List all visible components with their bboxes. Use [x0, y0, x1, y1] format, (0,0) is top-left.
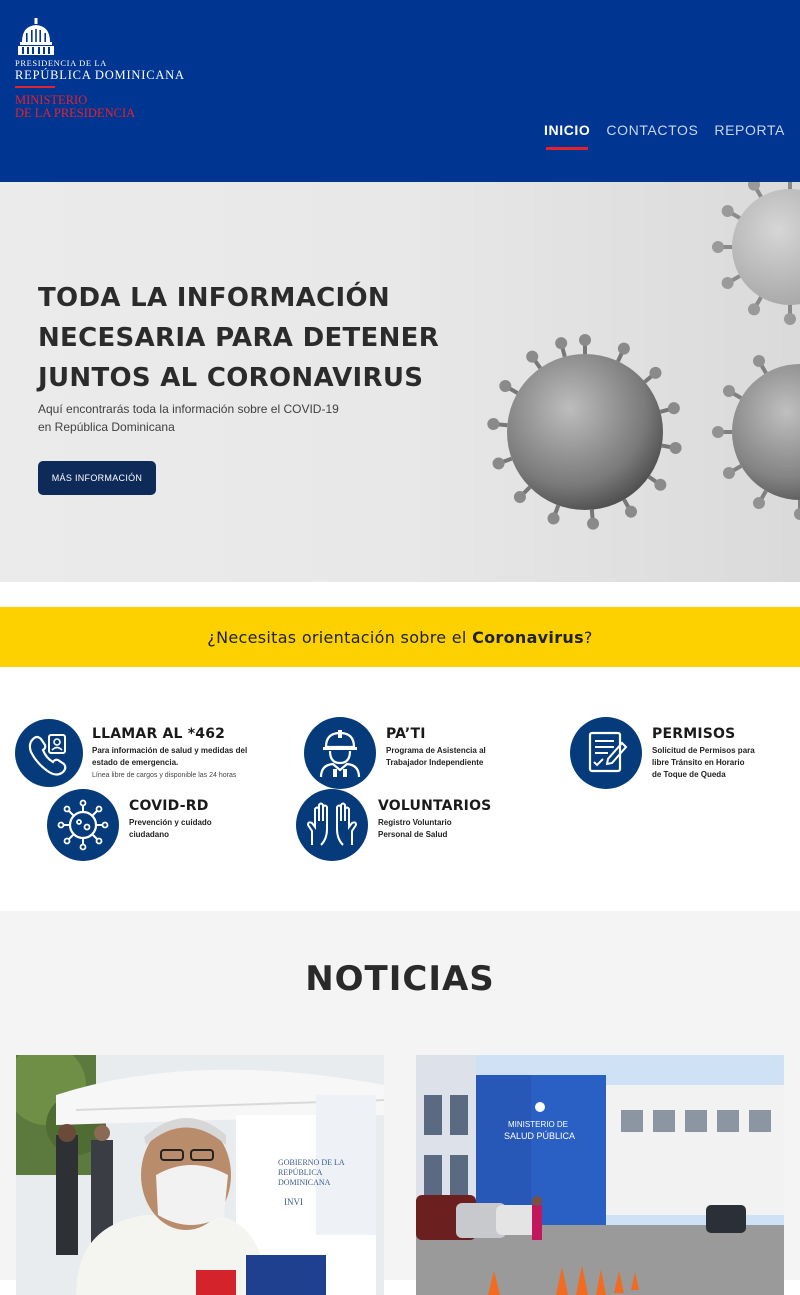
banner-text-bold: Coronavirus: [472, 627, 584, 647]
nav-item-reporta[interactable]: REPORTA: [714, 122, 785, 146]
service-call-title: LLAMAR AL *462: [92, 726, 226, 742]
service-covid-title: COVID-RD: [129, 798, 209, 814]
service-permisos-desc-line3: de Toque de Queda: [652, 770, 726, 779]
service-covid-desc-line1: Prevención y cuidado: [129, 818, 212, 827]
service-permisos[interactable]: PERMISOS Solicitud de Permisos para libr…: [570, 717, 785, 789]
nav-item-inicio[interactable]: INICIO: [544, 122, 590, 150]
card1-sign-line1: GOBIERNO DE LA: [278, 1158, 345, 1167]
service-voluntarios-title: VOLUNTARIOS: [378, 798, 492, 814]
orientation-banner[interactable]: ¿Necesitas orientación sobre el Coronavi…: [0, 607, 800, 667]
palace-dome-icon: [18, 18, 54, 55]
news-section: NOTICIAS GOBIERNO DE LA REPÚBLICA DOMINI…: [0, 911, 800, 1295]
ministry-of-public-health-building-photo: MINISTERIO DE SALUD PÚBLICA: [416, 1055, 784, 1295]
service-call-note: Línea libre de cargos y disponible las 2…: [92, 772, 237, 779]
logo-text-republica: REPÚBLICA DOMINICANA: [15, 68, 185, 82]
service-pati-title: PA’TI: [386, 726, 426, 742]
service-permisos-desc: Solicitud de Permisos para libre Tránsit…: [652, 745, 782, 781]
news-card-2[interactable]: MINISTERIO DE SALUD PÚBLICA: [416, 1055, 784, 1295]
nav-item-contactos[interactable]: CONTACTOS: [606, 122, 698, 146]
news-card-1[interactable]: GOBIERNO DE LA REPÚBLICA DOMINICANA INVI: [16, 1055, 384, 1295]
card2-sign-line1: MINISTERIO DE: [508, 1120, 568, 1129]
hero-subtitle-line1: Aquí encontrarás toda la información sob…: [38, 402, 339, 416]
virus-icon: [47, 789, 119, 861]
service-pati[interactable]: PA’TI Programa de Asistencia al Trabajad…: [304, 717, 524, 789]
service-voluntarios[interactable]: VOLUNTARIOS Registro Voluntario Personal…: [296, 789, 516, 861]
service-pati-desc-line1: Programa de Asistencia al: [386, 746, 486, 755]
more-info-button[interactable]: MÁS INFORMACIÓN: [38, 461, 156, 495]
hero-title-line3: JUNTOS AL CORONAVIRUS: [38, 363, 424, 393]
service-permisos-desc-line2: libre Tránsito en Horario: [652, 758, 745, 767]
service-covid-rd[interactable]: COVID-RD Prevención y cuidado ciudadano: [47, 789, 247, 861]
hero-title-line1: TODA LA INFORMACIÓN: [38, 283, 390, 313]
phone-icon: [15, 719, 83, 787]
banner-text-end: ?: [583, 627, 593, 647]
hero-title: TODA LA INFORMACIÓN NECESARIA PARA DETEN…: [38, 278, 498, 398]
service-voluntarios-desc: Registro Voluntario Personal de Salud: [378, 817, 498, 841]
logo-text-presidencia: PRESIDENCIA DE LA: [15, 58, 107, 68]
service-call-462[interactable]: LLAMAR AL *462 Para información de salud…: [15, 719, 275, 791]
service-voluntarios-desc-line1: Registro Voluntario: [378, 818, 452, 827]
service-permisos-title: PERMISOS: [652, 726, 736, 742]
services-section: LLAMAR AL *462 Para información de salud…: [0, 667, 800, 911]
site-logo[interactable]: PRESIDENCIA DE LA REPÚBLICA DOMINICANA M…: [15, 18, 195, 128]
banner-text: ¿Necesitas orientación sobre el: [207, 627, 473, 647]
hero-subtitle: Aquí encontrarás toda la información sob…: [38, 400, 368, 436]
logo-text-ministerio: MINISTERIO DE LA PRESIDENCIA: [15, 94, 135, 120]
card1-sign-line3: DOMINICANA: [278, 1178, 331, 1187]
main-nav: INICIO CONTACTOS REPORTA: [544, 122, 785, 150]
logo-ministry-line2: DE LA PRESIDENCIA: [15, 106, 136, 120]
service-covid-desc: Prevención y cuidado ciudadano: [129, 817, 249, 841]
worker-icon: [304, 717, 376, 789]
raised-hands-icon: [296, 789, 368, 861]
service-voluntarios-desc-line2: Personal de Salud: [378, 830, 448, 839]
hero-banner: TODA LA INFORMACIÓN NECESARIA PARA DETEN…: [0, 182, 800, 582]
card1-sign-line4: INVI: [284, 1197, 303, 1207]
service-call-desc: Para información de salud y medidas del …: [92, 745, 272, 769]
permit-document-icon: [570, 717, 642, 789]
official-speaking-to-press-photo: GOBIERNO DE LA REPÚBLICA DOMINICANA INVI: [16, 1055, 384, 1295]
news-heading: NOTICIAS: [305, 959, 495, 999]
service-call-desc-line1: Para información de salud y medidas del: [92, 746, 248, 755]
hero-subtitle-line2: en República Dominicana: [38, 420, 175, 434]
service-pati-desc-line2: Trabajador Independiente: [386, 758, 484, 767]
logo-divider: [15, 86, 55, 88]
service-covid-desc-line2: ciudadano: [129, 830, 170, 839]
hero-title-line2: NECESARIA PARA DETENER: [38, 323, 440, 353]
service-permisos-desc-line1: Solicitud de Permisos para: [652, 746, 755, 755]
site-header: PRESIDENCIA DE LA REPÚBLICA DOMINICANA M…: [0, 0, 800, 182]
card2-sign-line2: SALUD PÚBLICA: [504, 1131, 575, 1141]
service-call-desc-line2: estado de emergencia.: [92, 758, 179, 767]
card1-sign-line2: REPÚBLICA: [278, 1167, 323, 1177]
service-pati-desc: Programa de Asistencia al Trabajador Ind…: [386, 745, 526, 769]
